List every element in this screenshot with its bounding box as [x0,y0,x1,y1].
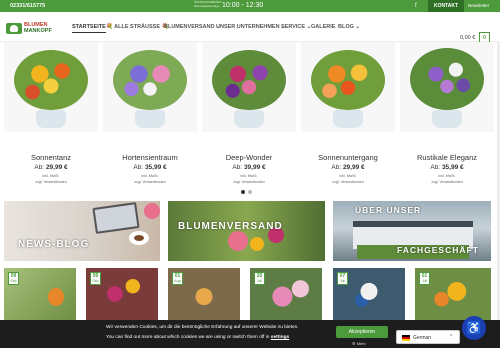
product-card[interactable]: Deep-Wonder Ab: 39,99 € inkl. MwSt. zzgl… [202,42,296,192]
blog-tile[interactable]: 01 Aug [168,268,240,320]
logo-mark-icon [6,23,22,34]
date-month: Sep [10,279,17,283]
fachgeschaeft-banner[interactable]: ÜBER UNSER FACHGESCHÄFT [333,201,491,261]
product-card[interactable]: Sonnenuntergang Ab: 29,99 € inkl. MwSt. … [301,42,395,192]
price-value: 29,99 € [342,164,365,171]
price-prefix: Ab: [232,164,243,171]
top-bar: 02331/615775 ÖFFNUNGSZEITEN Samstagssonn… [0,0,500,12]
nav-item-startseite[interactable]: STARTSEITE [72,24,106,33]
date-badge: 01 Juli [419,272,430,285]
price-prefix: Ab: [430,164,441,171]
shipping-note[interactable]: zzgl. Versandkosten [400,180,494,184]
blog-tile[interactable]: 07 Juli [333,268,405,320]
price-value: 35,99 € [441,164,464,171]
date-badge: 01 Aug [172,272,183,285]
blog-tile[interactable]: 09 Sep [4,268,76,320]
price-prefix: Ab: [34,164,45,171]
slider-dot[interactable] [241,190,245,194]
chevron-up-icon: ⌃ [449,334,454,340]
banner-title-2: FACHGESCHÄFT [397,245,479,255]
language-label: German [413,335,432,341]
news-blog-banner[interactable]: NEWS-BLOG [4,201,160,261]
product-name[interactable]: Deep-Wonder [202,153,296,162]
newsletter-link[interactable]: Newsletter [468,3,489,8]
kontakt-button[interactable]: KONTAKT [428,0,464,12]
product-price: Ab: 35,99 € [103,164,197,171]
price-value: 39,99 € [243,164,266,171]
product-image[interactable] [4,42,98,132]
product-name[interactable]: Sonnenuntergang [301,153,395,162]
tax-note: inkl. MwSt. [42,174,60,178]
cookie-text-2-body: You can find out more about which cookie… [106,335,270,340]
shipping-note[interactable]: zzgl. Versandkosten [202,180,296,184]
cookie-text-1: Wir verwenden Cookies, um dir die bestmö… [106,325,299,330]
blog-tile[interactable]: 01 Juli [415,268,491,320]
price-prefix: Ab: [133,164,144,171]
price-prefix: Ab: [331,164,342,171]
banner-title: BLUMENVERSAND [178,221,283,232]
facebook-icon[interactable]: f [415,3,417,9]
nav-item-unser-unternehmen[interactable]: UNSER UNTERNEHMEN ⌄ [216,24,286,30]
product-price: Ab: 29,99 € [301,164,395,171]
date-month: Juli [256,279,263,283]
nav-item-blog[interactable]: BLOG ⌄ [338,24,360,30]
tax-note: inkl. MwSt. [240,174,258,178]
tax-note: inkl. MwSt. [438,174,456,178]
date-month: Sep [92,279,99,283]
product-price: Ab: 39,99 € [202,164,296,171]
price-value: 29,99 € [45,164,68,171]
product-card[interactable]: Rustikale Eleganz Ab: 35,99 € inkl. MwSt… [400,42,494,192]
language-switcher[interactable]: German ⌃ [396,330,460,344]
product-image[interactable] [103,42,197,132]
phone-number[interactable]: 02331/615775 [10,3,45,9]
blog-tile[interactable]: 20 Juli [250,268,322,320]
banner-title: NEWS-BLOG [18,239,90,250]
product-name[interactable]: Rustikale Eleganz [400,153,494,162]
tax-note: inkl. MwSt. [339,174,357,178]
accessibility-icon[interactable]: ♿ [462,316,486,340]
banner-title: ÜBER UNSER [355,205,422,215]
nav-item-service[interactable]: SERVICE ⌄ [281,24,311,30]
accept-cookies-button[interactable]: Akzeptieren [336,326,388,338]
cookie-more-button[interactable]: ⚙ Mehr [352,341,366,346]
shipping-note[interactable]: zzgl. Versandkosten [301,180,395,184]
date-badge: 20 Juli [254,272,265,285]
logo[interactable]: BLUMEN MANKOPF [6,22,62,36]
shipping-note[interactable]: zzgl. Versandkosten [103,180,197,184]
cart-total[interactable]: 0,00 € [460,35,475,41]
blog-tile[interactable]: 09 Sep [86,268,158,320]
product-card[interactable]: Sonnentanz Ab: 29,99 € inkl. MwSt. zzgl.… [4,42,98,192]
product-name[interactable]: Sonnentanz [4,153,98,162]
product-name[interactable]: Hortensientraum [103,153,197,162]
date-badge: 09 Sep [90,272,101,285]
opening-hours: 10:00 - 12:30 [222,2,264,9]
cookie-settings-link[interactable]: settings [271,335,289,340]
date-month: Juli [421,279,428,283]
product-card[interactable]: Hortensientraum Ab: 35,99 € inkl. MwSt. … [103,42,197,192]
tax-note: inkl. MwSt. [141,174,159,178]
date-badge: 09 Sep [8,272,19,285]
product-price: Ab: 35,99 € [400,164,494,171]
slider-dot[interactable] [248,190,252,194]
blumenversand-banner[interactable]: BLUMENVERSAND [168,201,325,261]
product-image[interactable] [400,42,494,132]
date-month: Juli [339,279,346,283]
nav-item-blumenversand[interactable]: BLUMENVERSAND ⌄ [164,24,221,30]
date-month: Aug [174,279,181,283]
nav-item-alle-straeusse[interactable]: 💐 ALLE STRÄUSSE 💐 [106,24,168,30]
logo-line-2: MANKOPF [24,28,52,34]
product-price: Ab: 29,99 € [4,164,98,171]
nav-item-galerie[interactable]: GALERIE [311,24,335,30]
cookie-text-2: You can find out more about which cookie… [106,335,289,340]
price-value: 35,99 € [144,164,167,171]
shipping-note[interactable]: zzgl. Versandkosten [4,180,98,184]
main-navigation: BLUMEN MANKOPF STARTSEITE 💐 ALLE STRÄUSS… [0,12,500,44]
date-badge: 07 Juli [337,272,348,285]
product-image[interactable] [301,42,395,132]
product-image[interactable] [202,42,296,132]
german-flag-icon [402,335,410,341]
opening-hours-label: ÖFFNUNGSZEITEN Samstagssonntags [194,0,222,8]
